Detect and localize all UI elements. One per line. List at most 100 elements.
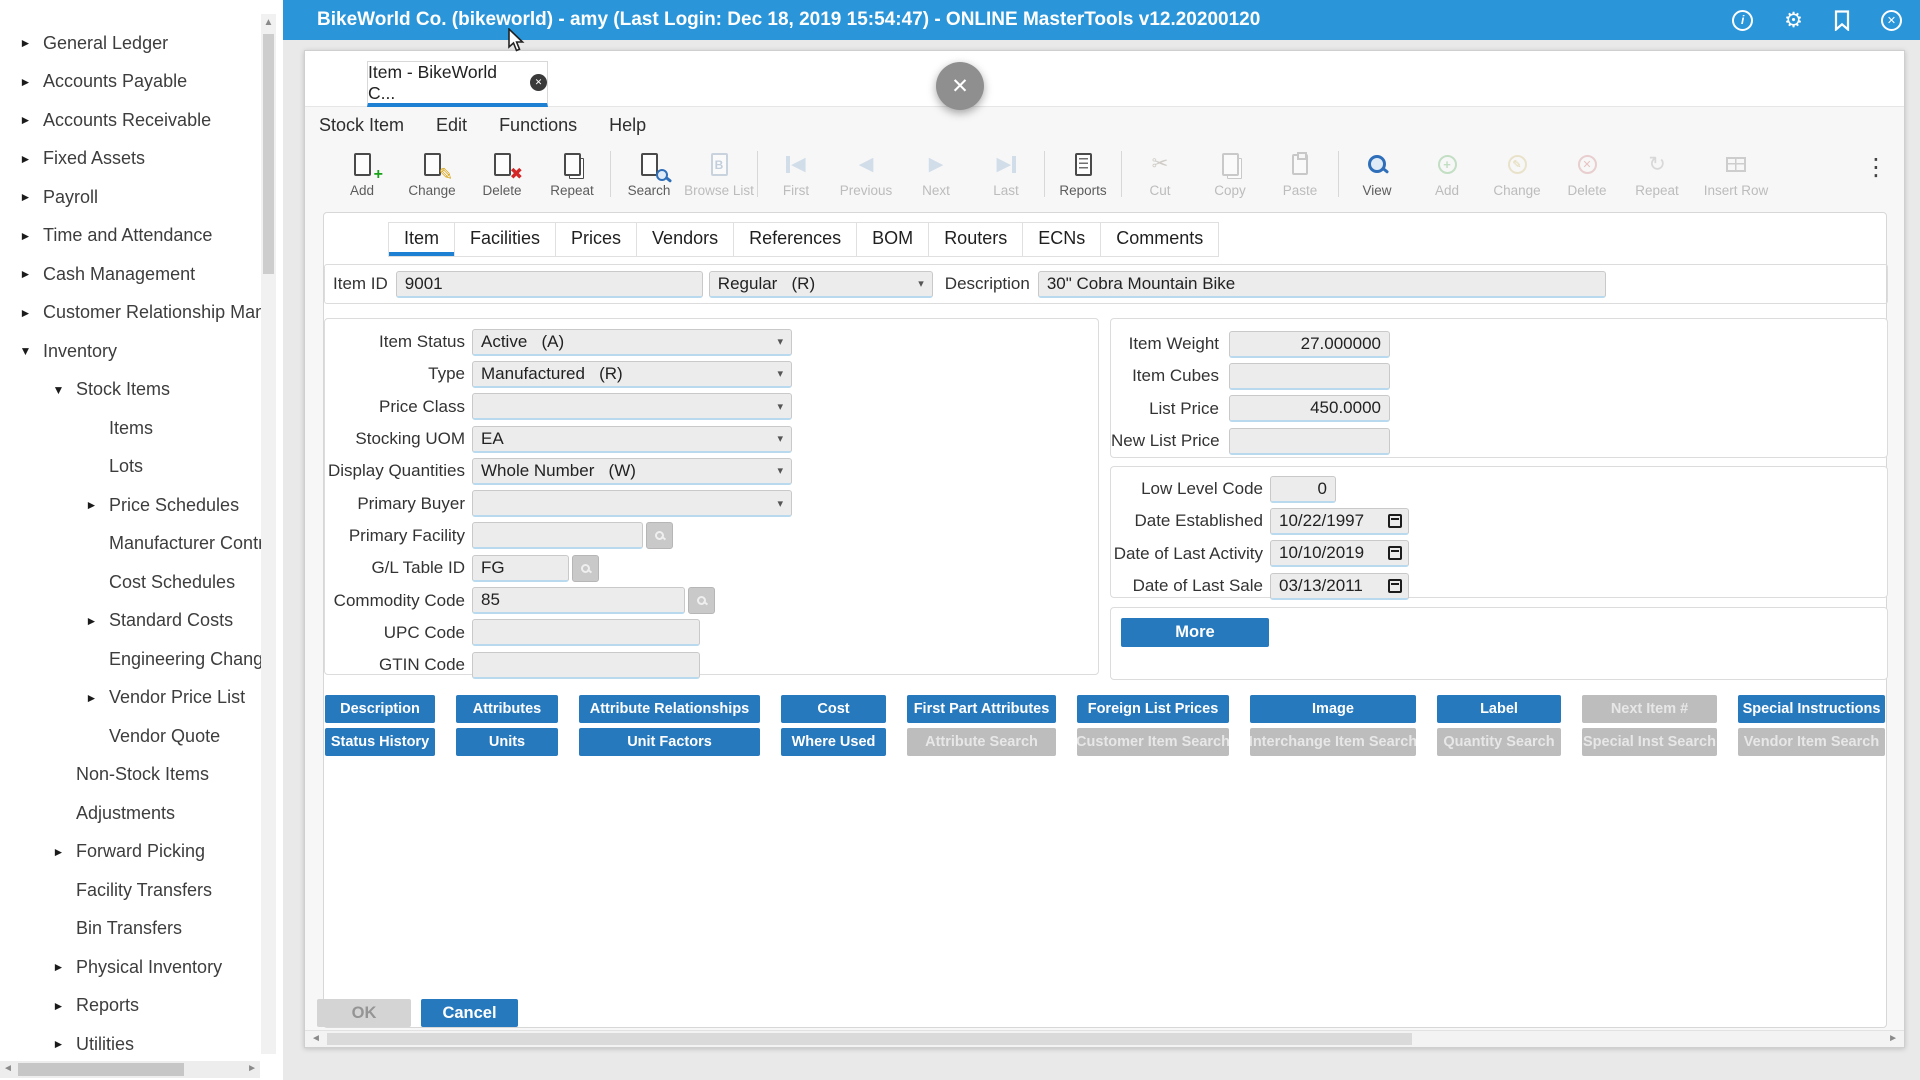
gl-table-id-field[interactable] <box>472 555 569 582</box>
sidebar-item-fixed-assets[interactable]: ►Fixed Assets <box>0 140 261 179</box>
scrollbar-thumb[interactable] <box>18 1063 184 1076</box>
sidebar-item-forward-picking[interactable]: ►Forward Picking <box>0 833 261 872</box>
tab-bom[interactable]: BOM <box>857 222 929 257</box>
price-class-select[interactable]: ▾ <box>472 393 792 420</box>
commodity-code-field[interactable] <box>472 587 685 614</box>
tab-routers[interactable]: Routers <box>929 222 1023 257</box>
more-button[interactable]: More <box>1121 618 1269 647</box>
sidebar-item-facility-transfers[interactable]: Facility Transfers <box>0 871 261 910</box>
toolbar-repeat-button[interactable]: Repeat <box>537 143 607 198</box>
attributes-button[interactable]: Attributes <box>456 695 558 723</box>
sidebar-item-time-and-attendance[interactable]: ►Time and Attendance <box>0 217 261 256</box>
sidebar-item-accounts-receivable[interactable]: ►Accounts Receivable <box>0 101 261 140</box>
tab-references[interactable]: References <box>734 222 857 257</box>
sidebar-item-physical-inventory[interactable]: ►Physical Inventory <box>0 948 261 987</box>
cancel-button[interactable]: Cancel <box>421 999 518 1027</box>
scroll-right-icon[interactable]: ► <box>247 1063 257 1074</box>
menu-help[interactable]: Help <box>601 111 670 140</box>
tab-ecns[interactable]: ECNs <box>1023 222 1101 257</box>
sidebar-horizontal-scrollbar[interactable]: ◄ ► <box>0 1061 260 1078</box>
toolbar-view-button[interactable]: View <box>1342 143 1412 198</box>
tab-facilities[interactable]: Facilities <box>455 222 556 257</box>
sidebar-item-standard-costs[interactable]: ►Standard Costs <box>0 602 261 641</box>
item-id-field[interactable] <box>396 271 703 298</box>
sidebar-item-stock-items[interactable]: ▼Stock Items <box>0 371 261 410</box>
sidebar-item-items[interactable]: Items <box>0 409 261 448</box>
tab-item[interactable]: Item <box>388 222 455 257</box>
toolbar-search-button[interactable]: Search <box>614 143 684 198</box>
description-field[interactable] <box>1038 271 1606 298</box>
sidebar-item-general-ledger[interactable]: ►General Ledger <box>0 24 261 63</box>
window-horizontal-scrollbar[interactable]: ◄ ► <box>305 1030 1904 1047</box>
close-icon[interactable]: ✕ <box>1881 10 1902 31</box>
sidebar-item-cash-management[interactable]: ►Cash Management <box>0 255 261 294</box>
image-button[interactable]: Image <box>1250 695 1416 723</box>
sidebar-item-manufacturer-contracts[interactable]: Manufacturer Contra <box>0 525 261 564</box>
scroll-left-icon[interactable]: ◄ <box>311 1033 321 1044</box>
info-icon[interactable]: i <box>1732 10 1753 31</box>
primary-facility-field[interactable] <box>472 522 643 549</box>
item-weight-field[interactable] <box>1229 331 1390 358</box>
sidebar-item-accounts-payable[interactable]: ►Accounts Payable <box>0 63 261 102</box>
sidebar-item-price-schedules[interactable]: ►Price Schedules <box>0 486 261 525</box>
calendar-icon[interactable] <box>1388 514 1402 528</box>
menu-stock-item[interactable]: Stock Item <box>311 111 428 140</box>
toolbar-change-button[interactable]: ✎ Change <box>397 143 467 198</box>
sidebar-item-lots[interactable]: Lots <box>0 448 261 487</box>
sidebar-item-vendor-price-list[interactable]: ►Vendor Price List <box>0 679 261 718</box>
low-level-code-field[interactable] <box>1270 476 1336 503</box>
sidebar-item-utilities[interactable]: ►Utilities <box>0 1025 261 1064</box>
sidebar-item-payroll[interactable]: ►Payroll <box>0 178 261 217</box>
item-type-select[interactable]: Regular (R) ▾ <box>709 271 933 298</box>
gl-table-id-lookup-button[interactable] <box>572 555 599 582</box>
toolbar-delete-button[interactable]: ✖ Delete <box>467 143 537 198</box>
toolbar-overflow-kebab-icon[interactable]: ⋮ <box>1864 143 1888 182</box>
type-select[interactable]: Manufactured (R)▾ <box>472 361 792 388</box>
sidebar-vertical-scrollbar[interactable]: ▲ <box>261 14 276 1054</box>
gtin-code-field[interactable] <box>472 652 700 679</box>
calendar-icon[interactable] <box>1388 579 1402 593</box>
list-price-field[interactable] <box>1229 395 1390 422</box>
scrollbar-thumb[interactable] <box>327 1033 1412 1045</box>
upc-code-field[interactable] <box>472 619 700 646</box>
special-instructions-button[interactable]: Special Instructions <box>1738 695 1885 723</box>
scroll-up-icon[interactable]: ▲ <box>261 17 276 28</box>
attribute-relationships-button[interactable]: Attribute Relationships <box>579 695 760 723</box>
units-button[interactable]: Units <box>456 728 558 756</box>
sidebar-item-engineering-change[interactable]: Engineering Change <box>0 640 261 679</box>
sidebar-item-customer-relationship-management[interactable]: ►Customer Relationship Mana <box>0 294 261 333</box>
cost-button[interactable]: Cost <box>781 695 886 723</box>
status-history-button[interactable]: Status History <box>325 728 435 756</box>
sidebar-item-reports[interactable]: ►Reports <box>0 987 261 1026</box>
close-window-button[interactable]: ✕ <box>936 62 984 110</box>
first-part-attributes-button[interactable]: First Part Attributes <box>907 695 1056 723</box>
scroll-right-icon[interactable]: ► <box>1888 1033 1898 1044</box>
sidebar-item-adjustments[interactable]: Adjustments <box>0 794 261 833</box>
menu-edit[interactable]: Edit <box>428 111 491 140</box>
tab-prices[interactable]: Prices <box>556 222 637 257</box>
tab-close-icon[interactable]: ✕ <box>530 74 547 91</box>
primary-buyer-select[interactable]: ▾ <box>472 490 792 517</box>
gear-icon[interactable]: ⚙ <box>1784 10 1803 31</box>
commodity-code-lookup-button[interactable] <box>688 587 715 614</box>
label-button[interactable]: Label <box>1437 695 1561 723</box>
scroll-left-icon[interactable]: ◄ <box>3 1063 13 1074</box>
unit-factors-button[interactable]: Unit Factors <box>579 728 760 756</box>
stocking-uom-select[interactable]: EA▾ <box>472 426 792 453</box>
bookmark-icon[interactable] <box>1834 10 1850 31</box>
toolbar-reports-button[interactable]: Reports <box>1048 143 1118 198</box>
sidebar-item-vendor-quote[interactable]: Vendor Quote <box>0 717 261 756</box>
where-used-button[interactable]: Where Used <box>781 728 886 756</box>
sidebar-item-inventory[interactable]: ▼Inventory <box>0 332 261 371</box>
primary-facility-lookup-button[interactable] <box>646 522 673 549</box>
display-quantities-select[interactable]: Whole Number (W)▾ <box>472 458 792 485</box>
document-tab-item[interactable]: Item - BikeWorld C... ✕ <box>367 61 548 107</box>
sidebar-item-cost-schedules[interactable]: Cost Schedules <box>0 563 261 602</box>
item-cubes-field[interactable] <box>1229 363 1390 390</box>
foreign-list-prices-button[interactable]: Foreign List Prices <box>1077 695 1229 723</box>
description-button[interactable]: Description <box>325 695 435 723</box>
menu-functions[interactable]: Functions <box>491 111 601 140</box>
new-list-price-field[interactable] <box>1229 428 1390 455</box>
sidebar-item-non-stock-items[interactable]: Non-Stock Items <box>0 756 261 795</box>
tab-comments[interactable]: Comments <box>1101 222 1219 257</box>
